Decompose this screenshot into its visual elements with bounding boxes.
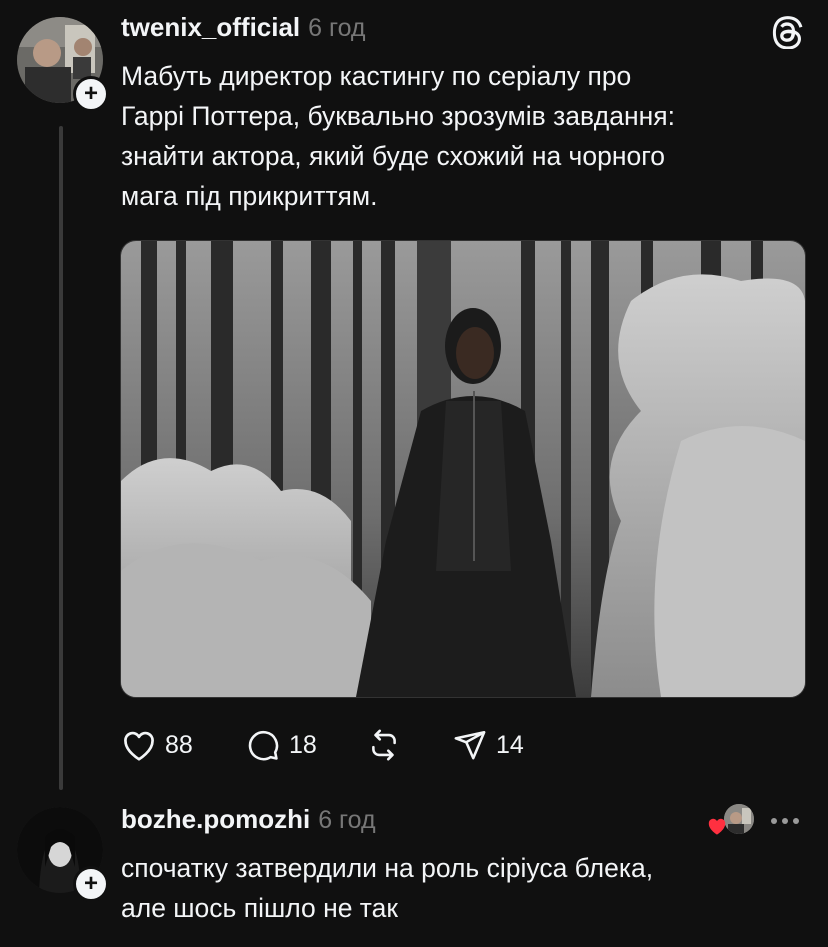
like-button[interactable]: 88 (121, 728, 193, 762)
comment-icon (248, 731, 279, 761)
username[interactable]: twenix_official (121, 12, 300, 43)
follow-plus-button[interactable]: + (73, 76, 109, 112)
send-icon (454, 730, 486, 760)
post-text-line: Мабуть директор кастингу по серіалу про (121, 61, 632, 91)
post-text: Мабуть директор кастингу по серіалу про … (121, 56, 801, 216)
comment-count: 18 (289, 730, 317, 759)
repost-button[interactable] (366, 728, 402, 762)
like-count: 88 (165, 730, 193, 759)
thread-line (59, 126, 63, 790)
share-button[interactable]: 14 (452, 728, 524, 762)
comment-button[interactable]: 18 (245, 728, 317, 762)
author-avatar-mini (724, 804, 754, 834)
post-header: twenix_official 6 год (121, 12, 366, 43)
share-count: 14 (496, 730, 524, 759)
reply-username[interactable]: bozhe.pomozhi (121, 804, 310, 835)
reply-timestamp: 6 год (318, 806, 376, 834)
reply-text-line: але шось пішло не так (121, 893, 398, 923)
post-text-line: Гаррі Поттера, буквально зрозумів завдан… (121, 101, 675, 131)
follow-plus-button[interactable]: + (73, 866, 109, 902)
heart-icon (708, 818, 726, 835)
reply-header: bozhe.pomozhi 6 год (121, 804, 376, 835)
repost-icon (372, 729, 396, 761)
more-icon[interactable] (768, 814, 802, 832)
liked-by-author-indicator[interactable] (706, 804, 754, 838)
post-text-line: мага під прикриттям. (121, 181, 378, 211)
post-text-line: знайти актора, який буде схожий на чорно… (121, 141, 666, 171)
reply-text: спочатку затвердили на роль сіріуса блек… (121, 848, 801, 928)
heart-icon (124, 731, 154, 761)
threads-logo-icon[interactable] (771, 15, 803, 54)
snowy-forest-photo (121, 241, 805, 697)
timestamp: 6 год (308, 14, 366, 42)
post-image[interactable] (120, 240, 806, 698)
reply-text-line: спочатку затвердили на роль сіріуса блек… (121, 853, 654, 883)
